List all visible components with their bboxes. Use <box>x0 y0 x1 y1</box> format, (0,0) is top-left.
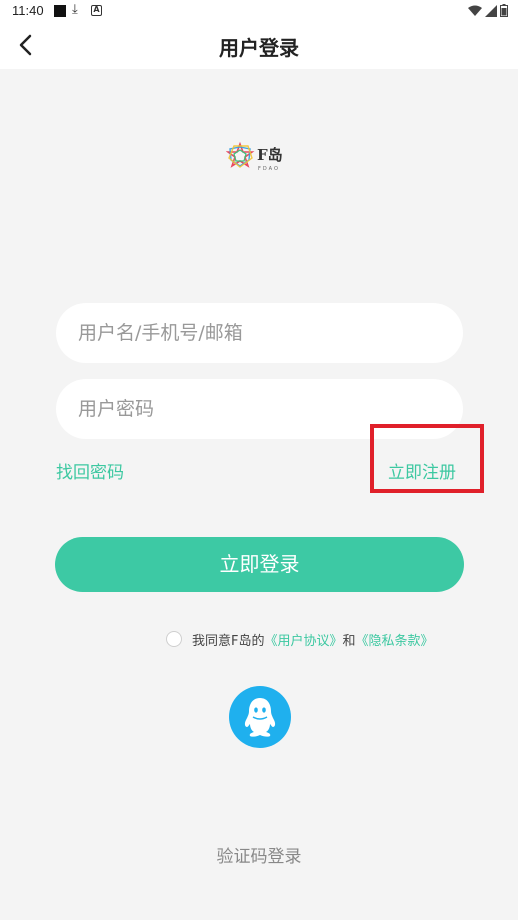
download-icon: ⤓ <box>72 2 78 17</box>
qq-icon <box>244 698 276 737</box>
wifi-icon <box>468 5 482 16</box>
code-login-link[interactable]: 验证码登录 <box>0 842 518 867</box>
notification-square-icon <box>54 5 66 17</box>
status-bar: 11:40 ⤓ A <box>0 0 518 22</box>
a-notification-icon: A <box>91 5 102 16</box>
logo-text: F岛 <box>257 146 283 164</box>
agreement-conjunction: 和 <box>342 633 356 649</box>
login-button[interactable]: 立即登录 <box>55 537 464 592</box>
logo-subtext: FDAO <box>258 166 280 172</box>
agreement-checkbox[interactable] <box>166 631 182 647</box>
star-logo-icon <box>226 141 255 168</box>
page-title: 用户登录 <box>219 36 299 60</box>
register-highlight-box <box>370 424 484 493</box>
signal-icon <box>485 4 497 17</box>
app-header: 用户登录 <box>0 22 518 69</box>
privacy-link[interactable]: 《隐私条款》 <box>356 630 434 649</box>
agreement-row: 我同意F岛的 《用户协议》 和 《隐私条款》 <box>166 629 434 649</box>
fdao-logo: F岛 FDAO <box>226 141 283 172</box>
qq-login-button[interactable] <box>229 686 291 748</box>
status-icons <box>468 4 508 17</box>
agreement-prefix: 我同意F岛的 <box>192 633 265 649</box>
forgot-password-link[interactable]: 找回密码 <box>56 458 124 483</box>
status-time: 11:40 <box>12 3 44 18</box>
username-input[interactable] <box>56 303 463 363</box>
user-agreement-link[interactable]: 《用户协议》 <box>264 630 342 649</box>
battery-icon <box>500 4 508 17</box>
